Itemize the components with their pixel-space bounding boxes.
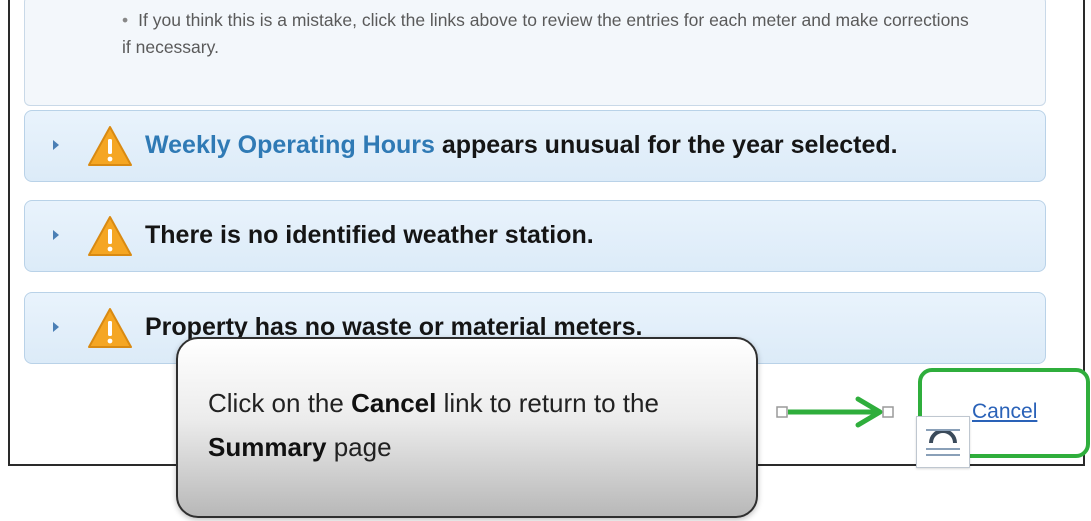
alert-weather-station[interactable]: There is no identified weather station. [24,200,1046,272]
info-note-panel: • If you think this is a mistake, click t… [24,0,1046,106]
callout-text-part: link to return to the [436,388,659,418]
expand-caret-icon[interactable] [53,140,59,150]
note-body: If you think this is a mistake, click th… [122,10,969,57]
alert-message: Weekly Operating Hours appears unusual f… [145,131,898,160]
warning-icon [88,308,132,348]
alert-message: There is no identified weather station. [145,221,594,249]
cancel-link[interactable]: Cancel [972,400,1037,424]
callout-text-part: page [326,432,392,462]
callout-text: Click on the Cancel link to return to th… [208,381,748,469]
callout-summary-bold: Summary [208,432,327,462]
warning-icon [88,216,132,256]
info-note-text: • If you think this is a mistake, click t… [122,7,982,61]
expand-caret-icon[interactable] [53,322,59,332]
instruction-callout: Click on the Cancel link to return to th… [176,337,758,518]
document-icon [916,416,970,468]
weekly-operating-hours-link[interactable]: Weekly Operating Hours [145,131,435,159]
callout-cancel-bold: Cancel [351,388,437,418]
bullet-icon: • [122,10,129,30]
callout-text-part: Click on the [208,388,352,418]
warning-icon [88,126,132,166]
pointer-arrow-icon [776,396,894,428]
alert-weekly-operating-hours[interactable]: Weekly Operating Hours appears unusual f… [24,110,1046,182]
expand-caret-icon[interactable] [53,230,59,240]
alert-message-text: appears unusual for the year selected. [434,131,898,159]
